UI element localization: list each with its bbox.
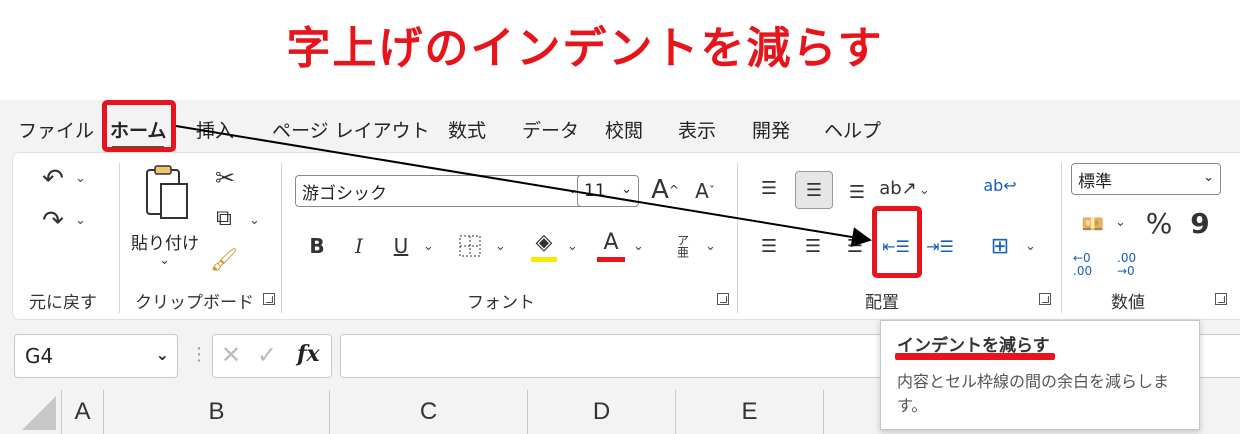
tooltip: インデントを減らす 内容とセル枠線の間の余白を減らします。 xyxy=(880,320,1200,430)
tooltip-description: 内容とセル枠線の間の余白を減らします。 xyxy=(897,372,1170,415)
tooltip-title-underline xyxy=(895,353,1055,360)
